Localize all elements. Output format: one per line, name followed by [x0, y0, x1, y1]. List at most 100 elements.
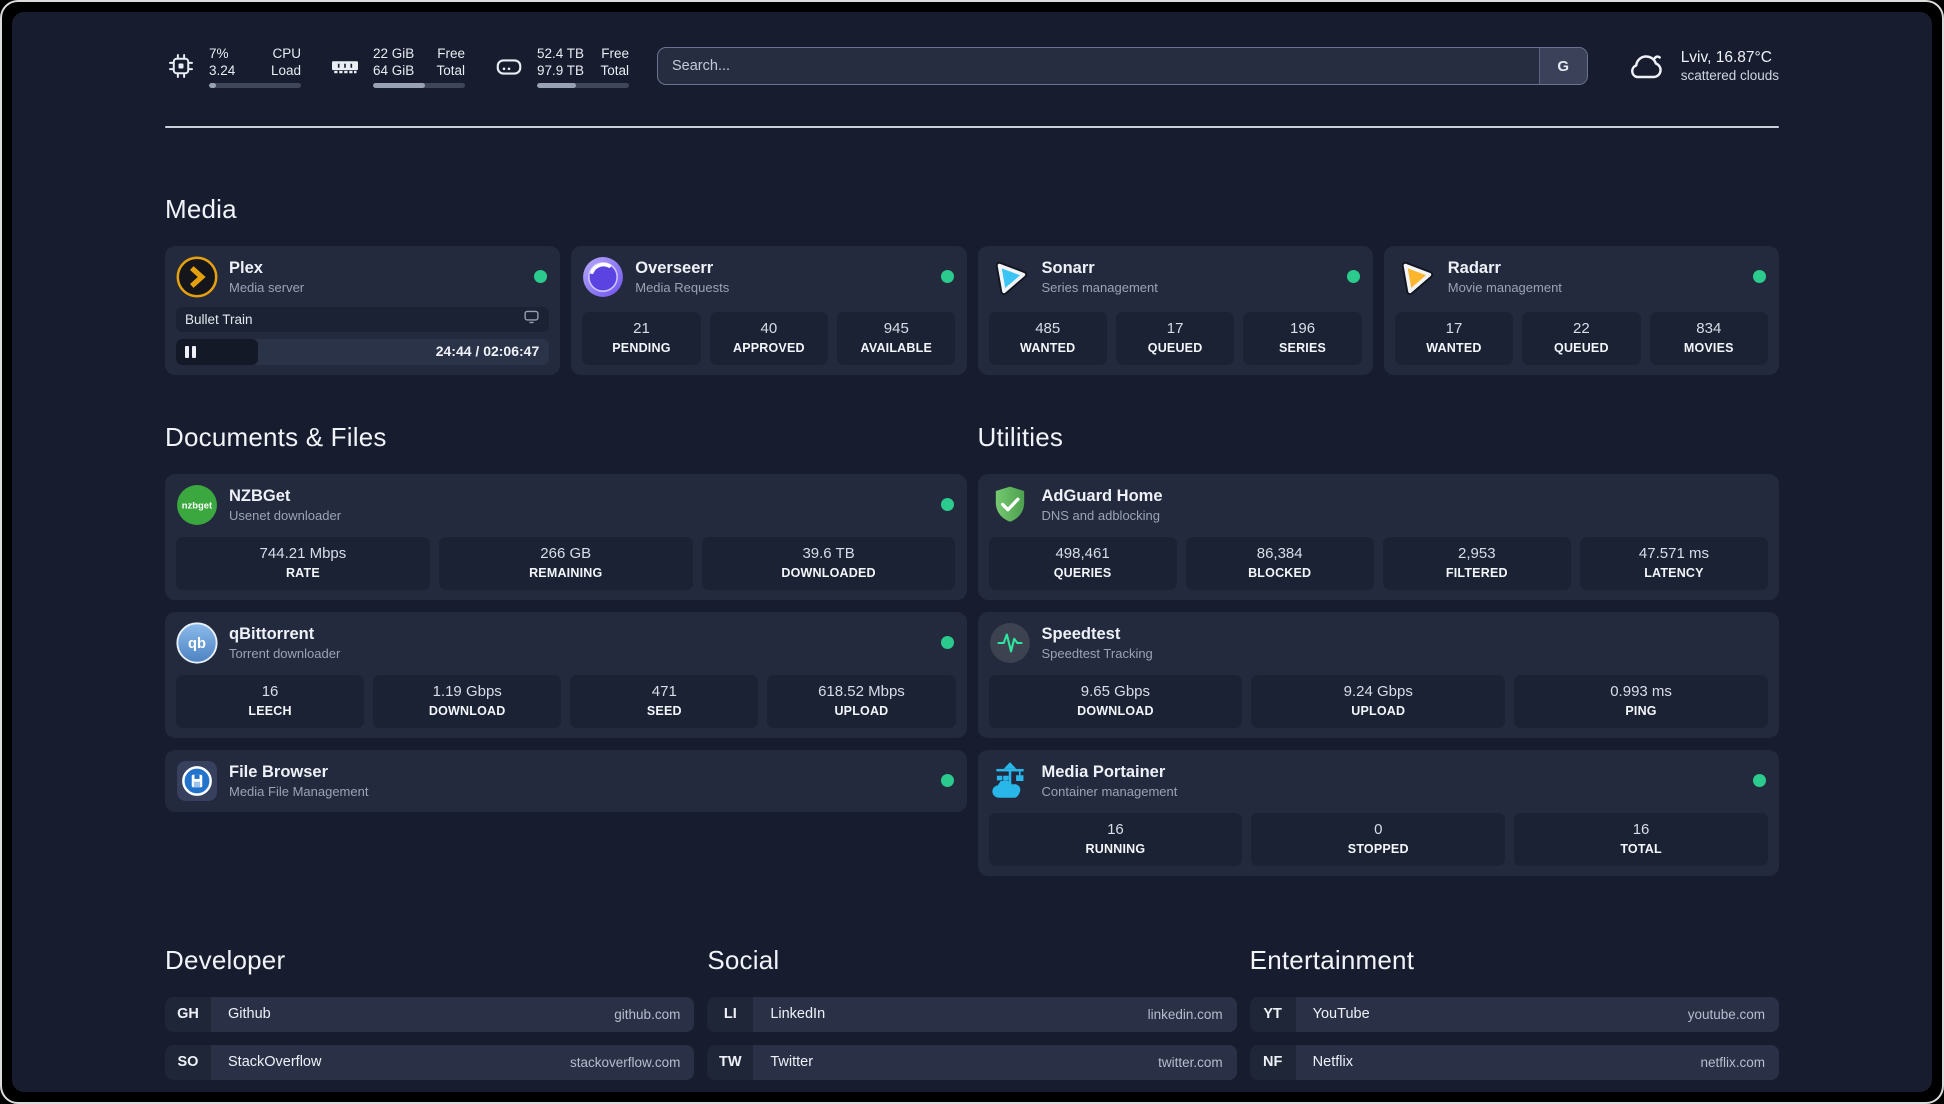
weather-location: Lviv, 16.87°C	[1680, 48, 1772, 66]
plex-session-row: Bullet Train	[176, 306, 550, 332]
nzbget-app-link[interactable]: nzbget NZBGet Usenet downloader	[176, 484, 956, 526]
radarr-app-link[interactable]: Radarr Movie management	[1395, 256, 1768, 298]
google-search-button[interactable]: G	[1538, 48, 1587, 84]
disk-stat: 52.4 TB Free 97.9 TB Total	[493, 45, 629, 88]
link-url: youtube.com	[1687, 1006, 1765, 1022]
qbittorrent-card: qb qBittorrent Torrent downloader 16 LEEC…	[165, 611, 967, 738]
section-media: Media Plex Media server Bullet Train 24:…	[165, 194, 1779, 375]
link-netflix[interactable]: NF Netflix netflix.com	[1249, 1044, 1779, 1080]
disk-total: 97.9 TB	[537, 62, 585, 78]
weather-widget: Lviv, 16.87°C scattered clouds	[1624, 48, 1779, 85]
stat-rate: 744.21 Mbps RATE	[176, 536, 430, 590]
link-name: Netflix	[1312, 1054, 1353, 1071]
stat-total: 16 TOTAL	[1514, 812, 1768, 866]
plex-name: Plex	[229, 258, 263, 277]
portainer-card: Media Portainer Container management 16 R…	[977, 749, 1779, 876]
svg-text:nzbget: nzbget	[182, 500, 213, 511]
github-tag: GH	[165, 996, 211, 1032]
plex-card: Plex Media server Bullet Train 24:44 / 0…	[165, 245, 561, 375]
stat-approved: 40 APPROVED	[709, 311, 829, 365]
ram-stat: 22 GiB Free 64 GiB Total	[329, 45, 465, 88]
link-stackoverflow[interactable]: SO StackOverflow stackoverflow.com	[165, 1044, 695, 1080]
disk-icon	[493, 50, 525, 82]
speedtest-name: Speedtest	[1041, 624, 1121, 643]
ram-total-label: Total	[436, 62, 465, 78]
system-stats: 7% CPU 3.24 Load 22 GiB Free 64 GiB Tota…	[165, 45, 629, 88]
adguard-app-link[interactable]: AdGuard Home DNS and adblocking	[989, 484, 1769, 526]
top-bar: 7% CPU 3.24 Load 22 GiB Free 64 GiB Tota…	[165, 42, 1779, 90]
linkedin-tag: LI	[707, 996, 754, 1032]
link-url: stackoverflow.com	[570, 1054, 681, 1070]
sonarr-description: Series management	[1041, 279, 1158, 295]
disk-progress-bar	[537, 82, 629, 88]
pause-button[interactable]	[185, 345, 196, 358]
section-utilities: Utilities AdGuard Home DNS and adblockin…	[977, 401, 1779, 876]
speedtest-description: Speedtest Tracking	[1041, 645, 1153, 661]
stat-stopped: 0 STOPPED	[1251, 812, 1506, 866]
session-device-icon	[523, 308, 540, 330]
stat-seed: 471 SEED	[570, 674, 759, 728]
adguard-description: DNS and adblocking	[1041, 507, 1161, 523]
filebrowser-app-link[interactable]: File Browser Media File Management	[176, 760, 956, 802]
adguard-name: AdGuard Home	[1041, 486, 1163, 505]
portainer-description: Container management	[1041, 783, 1178, 799]
playback-time: 24:44 / 02:06:47	[435, 342, 540, 359]
link-github[interactable]: GH Github github.com	[165, 996, 695, 1032]
youtube-tag: YT	[1249, 996, 1296, 1032]
cloud-icon	[1624, 49, 1668, 83]
sonarr-status-dot	[1346, 269, 1360, 283]
media-section-title: Media	[165, 194, 237, 224]
cpu-load: 3.24	[209, 62, 236, 78]
weather-condition: scattered clouds	[1680, 67, 1779, 83]
link-name: YouTube	[1312, 1006, 1370, 1023]
link-name: Twitter	[770, 1054, 814, 1071]
stat-movies: 834 MOVIES	[1649, 311, 1768, 365]
overseerr-card: Overseerr Media Requests 21 PENDING 40 APP…	[571, 245, 967, 375]
stat-download: 9.65 Gbps DOWNLOAD	[988, 674, 1243, 728]
documents-section-title: Documents & Files	[165, 422, 387, 453]
stat-downloaded: 39.6 TB DOWNLOADED	[701, 536, 956, 590]
plex-app-link[interactable]: Plex Media server	[176, 256, 549, 298]
nzbget-icon: nzbget	[176, 484, 218, 526]
overseerr-status-dot	[940, 269, 954, 283]
portainer-app-link[interactable]: Media Portainer Container management	[989, 760, 1769, 802]
adguard-shield-icon	[989, 484, 1031, 526]
social-section-title: Social	[707, 945, 780, 976]
section-developer: Developer GH Github github.com SO StackO…	[165, 924, 695, 1092]
link-youtube[interactable]: YT YouTube youtube.com	[1249, 996, 1779, 1032]
radarr-name: Radarr	[1447, 258, 1501, 277]
search-input[interactable]	[657, 47, 1588, 85]
link-name: StackOverflow	[228, 1054, 322, 1071]
ram-progress-bar	[373, 82, 465, 88]
sonarr-name: Sonarr	[1041, 258, 1095, 277]
link-url: netflix.com	[1700, 1054, 1765, 1070]
qbittorrent-app-link[interactable]: qb qBittorrent Torrent downloader	[176, 622, 956, 664]
overseerr-app-link[interactable]: Overseerr Media Requests	[582, 256, 955, 298]
stat-queued: 22 QUEUED	[1522, 311, 1641, 365]
ram-free-label: Free	[437, 45, 465, 61]
link-name: LinkedIn	[770, 1006, 826, 1023]
link-name: Github	[228, 1006, 271, 1023]
disk-free: 52.4 TB	[537, 45, 585, 61]
plex-description: Media server	[229, 279, 305, 295]
section-entertainment: Entertainment YT YouTube youtube.com NF …	[1249, 924, 1779, 1092]
dashboard-panel: 7% CPU 3.24 Load 22 GiB Free 64 GiB Tota…	[12, 12, 1932, 1092]
link-linkedin[interactable]: LI LinkedIn linkedin.com	[707, 996, 1237, 1032]
sonarr-card: Sonarr Series management 485 WANTED 17 QUE…	[977, 245, 1373, 375]
sonarr-app-link[interactable]: Sonarr Series management	[989, 256, 1362, 298]
qbittorrent-name: qBittorrent	[229, 624, 315, 643]
disk-free-label: Free	[601, 45, 629, 61]
portainer-status-dot	[1753, 773, 1766, 787]
overseerr-icon	[582, 256, 624, 298]
search-bar: G	[657, 47, 1588, 85]
cpu-stat: 7% CPU 3.24 Load	[165, 45, 301, 88]
window-frame: 7% CPU 3.24 Load 22 GiB Free 64 GiB Tota…	[0, 0, 1944, 1104]
stat-series: 196 SERIES	[1243, 311, 1362, 365]
link-twitter[interactable]: TW Twitter twitter.com	[707, 1044, 1237, 1080]
now-playing-title: Bullet Train	[185, 311, 253, 327]
developer-section-title: Developer	[165, 945, 286, 976]
stat-ping: 0.993 ms PING	[1514, 674, 1768, 728]
portainer-name: Media Portainer	[1041, 762, 1166, 781]
speedtest-app-link[interactable]: Speedtest Speedtest Tracking	[989, 622, 1769, 664]
stat-upload: 9.24 Gbps UPLOAD	[1251, 674, 1506, 728]
